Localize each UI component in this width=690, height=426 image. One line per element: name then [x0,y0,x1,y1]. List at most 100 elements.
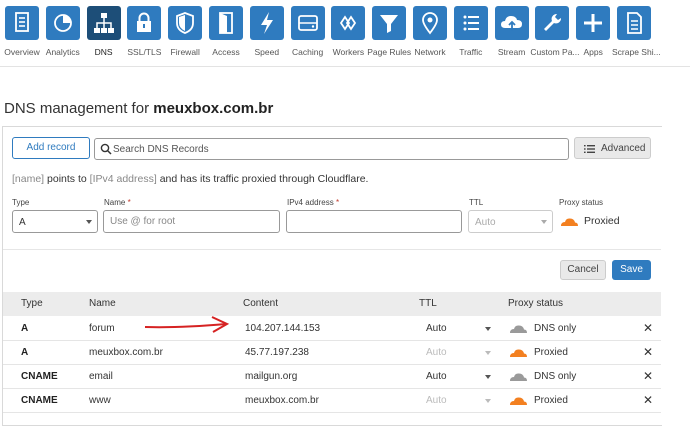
nav-item-page-rules[interactable]: Page Rules [367,6,411,62]
record-type: CNAME [21,395,58,406]
list-icon [584,145,595,153]
record-proxy-status: DNS only [534,371,577,382]
ttl-select[interactable]: Auto [468,210,553,233]
nav-item-overview[interactable]: Overview [0,6,44,62]
cloud-icon[interactable] [508,370,528,382]
name-field [103,210,280,233]
type-select-value: A [19,217,26,228]
hint-text-2: and has its traffic proxied through Clou… [159,173,369,185]
type-select[interactable]: A [12,210,98,233]
nav-item-label: SSL/TLS [127,47,162,57]
nav-item-scrape-shi[interactable]: Scrape Shi... [612,6,661,62]
record-type: A [21,347,29,358]
shield-icon [168,6,203,40]
ipv4-input[interactable] [287,211,461,232]
chevron-down-icon [86,220,92,224]
delete-record-icon[interactable]: ✕ [643,321,653,335]
save-button[interactable]: Save [612,260,651,280]
network-tree-icon [86,6,121,40]
chevron-down-icon[interactable] [485,375,491,379]
table-row[interactable]: Aforum 104.207.144.153 Auto DNS only ✕ [3,317,661,341]
record-type: A [21,323,29,334]
ipv4-label: IPv4 address * [287,198,340,207]
table-row[interactable]: CNAME www meuxbox.com.br Auto Proxied ✕ [3,389,661,413]
delete-record-icon[interactable]: ✕ [643,345,653,359]
record-ttl[interactable]: Auto [426,323,447,334]
chevron-down-icon [485,399,491,403]
top-navigation: Overview Analytics DNS SSL/TLS Firewall Acces… [0,0,690,66]
advanced-button[interactable]: Advanced [574,137,651,159]
record-ttl: Auto [426,395,447,406]
nav-item-traffic[interactable]: Traffic [449,6,493,62]
lock-icon [127,6,162,40]
chevron-down-icon [541,220,547,224]
nav-item-label: Stream [497,47,526,57]
workers-icon [331,6,366,40]
page-title: DNS management for meuxbox.com.br [4,100,273,117]
cloud-icon[interactable] [508,394,528,406]
table-row[interactable]: Ameuxbox.com.br 45.77.197.238 Auto Proxied ✕ [3,341,661,365]
plus-icon [576,6,611,40]
advanced-label: Advanced [601,143,646,154]
search-input[interactable] [113,140,563,158]
pie-chart-icon [45,6,80,40]
nav-item-label: Caching [292,47,324,57]
nav-item-speed[interactable]: Speed [245,6,289,62]
hint-text-1: points to [47,173,87,185]
nav-item-label: Custom Pa... [530,47,580,57]
table-row[interactable]: CNAME email mailgun.org Auto DNS only ✕ [3,365,661,389]
column-type: Type [21,298,43,309]
nav-item-label: Scrape Shi... [612,47,661,57]
door-icon [209,6,243,40]
nav-item-label: Firewall [170,47,200,57]
name-input[interactable] [104,211,279,232]
cloud-icon[interactable] [508,346,528,358]
nav-item-network[interactable]: Network [408,6,452,62]
cloud-icon [561,218,578,226]
delete-record-icon[interactable]: ✕ [643,369,653,383]
nav-item-caching[interactable]: Caching [286,6,330,62]
record-ttl: Auto [426,347,447,358]
ttl-label: TTL [469,198,484,207]
record-content: mailgun.org [245,371,298,382]
table-header: Type Name Content TTL Proxy status [3,292,661,316]
cancel-button[interactable]: Cancel [560,260,606,280]
nav-item-workers[interactable]: Workers [326,6,370,62]
record-content: meuxbox.com.br [245,395,319,406]
chevron-down-icon [485,351,491,355]
record-type: CNAME [21,371,58,382]
column-ttl: TTL [419,298,437,309]
filter-icon [372,6,407,40]
nav-item-label: Analytics [45,47,80,57]
nav-item-ssl-tls[interactable]: SSL/TLS [122,6,166,62]
record-ttl[interactable]: Auto [426,371,447,382]
column-proxy-status: Proxy status [508,298,564,309]
nav-item-label: Page Rules [367,47,412,57]
nav-item-dns[interactable]: DNS [82,6,126,62]
delete-record-icon[interactable]: ✕ [643,393,653,407]
nav-item-label: Access [212,47,240,57]
nav-item-label: Speed [254,47,280,57]
record-content: 45.77.197.238 [245,347,309,358]
ttl-select-value: Auto [475,217,496,228]
search-box [94,138,569,160]
record-content: 104.207.144.153 [245,323,321,334]
nav-item-firewall[interactable]: Firewall [163,6,207,62]
cloud-icon[interactable] [508,322,528,334]
chevron-down-icon[interactable] [485,327,491,331]
nav-divider [0,66,690,67]
record-hint: [name] points to [IPv4 address] and has … [12,173,368,185]
nav-item-stream[interactable]: Stream [490,6,534,62]
nav-item-apps[interactable]: Apps [571,6,615,62]
hint-ip-tag: [IPv4 address] [89,173,157,185]
proxy-status-label: Proxy status [559,198,604,207]
record-name: forum [89,323,115,334]
nav-item-custom-pa[interactable]: Custom Pa... [530,6,580,62]
nav-item-analytics[interactable]: Analytics [41,6,85,62]
form-divider [3,249,661,250]
record-name: www [89,395,111,406]
add-record-button[interactable]: Add record [12,137,90,159]
nav-item-access[interactable]: Access [204,6,248,62]
nav-item-label: DNS [94,47,113,57]
wrench-icon [535,6,570,40]
